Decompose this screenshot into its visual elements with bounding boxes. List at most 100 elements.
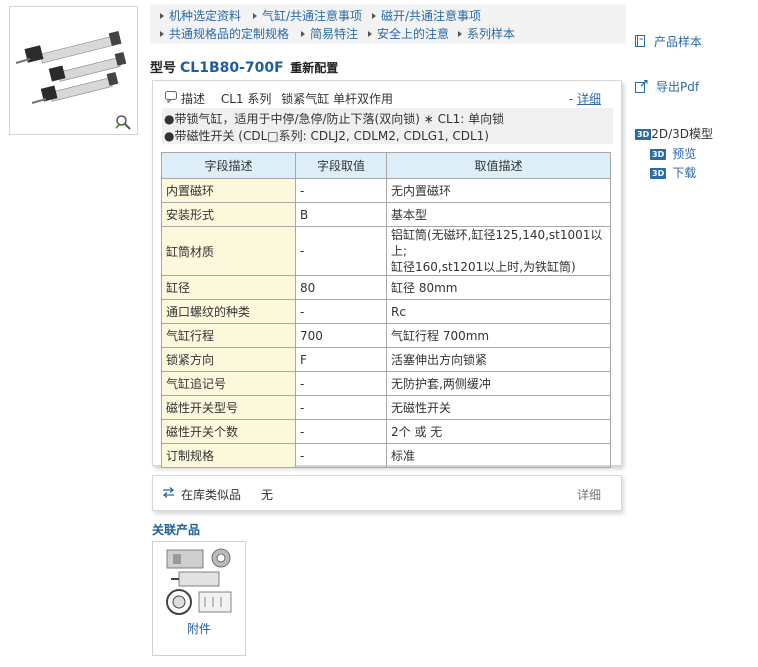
related-products-title: 关联产品 (152, 523, 201, 537)
zoom-icon[interactable] (115, 114, 131, 130)
value-description: 铝缸筒(无磁环,缸径125,140,st1001以上; 缸径160,st1201以… (386, 226, 611, 276)
reconfigure-link[interactable]: 重新配置 (290, 61, 338, 75)
field-value: 700 (295, 323, 387, 348)
3d-icon: 3D (650, 168, 667, 179)
export-pdf-link[interactable]: 导出Pdf (635, 78, 699, 95)
field-name: 缸径 (161, 275, 296, 300)
nav-links: 机种选定资料 气缸/共通注意事项 磁开/共通注意事项 共通规格品的定制规格 简易… (150, 4, 626, 44)
field-name: 订制规格 (161, 443, 296, 468)
field-value: - (295, 226, 387, 276)
value-description: Rc (386, 299, 611, 324)
3d-icon: 3D (635, 129, 652, 140)
nav-link-label: 简易特注 (310, 27, 359, 41)
value-description: 无内置磁环 (386, 178, 611, 203)
field-name: 锁紧方向 (161, 347, 296, 372)
export-pdf-label: 导出Pdf (656, 80, 700, 94)
table-row: 磁性开关个数 - 2个 或 无 (161, 419, 611, 444)
stock-label: 在库类似品 (181, 488, 242, 502)
arrow-right-icon (160, 31, 164, 37)
field-value: 80 (295, 275, 387, 300)
book-icon (635, 35, 645, 47)
value-description: 气缸行程 700mm (386, 323, 611, 348)
field-value: - (295, 299, 387, 324)
download-label: 下载 (672, 166, 697, 180)
table-row: 气缸追记号 - 无防护套,两侧缓冲 (161, 371, 611, 396)
nav-link-label: 安全上的注意 (377, 27, 450, 41)
field-value: - (295, 419, 387, 444)
table-header-row: 字段描述 字段取值 取值描述 (161, 152, 611, 179)
model-title-label: 2D/3D模型 (651, 127, 714, 141)
value-description: 标准 (386, 443, 611, 468)
field-value: - (295, 395, 387, 420)
field-name: 安装形式 (161, 202, 296, 227)
value-description-line: 铝缸筒(无磁环,缸径125,140,st1001以上; (391, 228, 603, 258)
nav-link-safety[interactable]: 安全上的注意 (368, 25, 449, 42)
table-row: 气缸行程 700 气缸行程 700mm (161, 323, 611, 348)
catalog-label: 产品样本 (654, 35, 703, 49)
table-row: 锁紧方向 F 活塞伸出方向锁紧 (161, 347, 611, 372)
3d-icon: 3D (650, 149, 667, 160)
note-line: ●带磁性开关 (CDL□系列: CDLJ2, CDLM2, CDLG1, CDL… (164, 129, 489, 143)
arrow-right-icon (368, 31, 372, 37)
catalog-link[interactable]: 产品样本 (635, 33, 702, 50)
arrow-right-icon (301, 31, 305, 37)
swap-icon (162, 487, 175, 498)
download-link[interactable]: 3D 下载 (650, 164, 696, 181)
field-name: 气缸行程 (161, 323, 296, 348)
notes-box: ●带锁气缸，适用于中停/急停/防止下落(双向锁) ∗ CL1: 单向锁 ●带磁性… (162, 108, 613, 144)
table-row: 订制规格 - 标准 (161, 443, 611, 468)
spec-panel: 描述 CL1 系列 锁紧气缸 单杆双作用 - 详细 ●带锁气缸，适用于中停/急停… (152, 80, 622, 468)
nav-link-simple-special[interactable]: 简易特注 (301, 25, 358, 42)
field-value: - (295, 371, 387, 396)
field-name: 磁性开关型号 (161, 395, 296, 420)
title-prefix: 型号 (150, 61, 177, 76)
table-row: 安装形式 B 基本型 (161, 202, 611, 227)
description-label: 描述 (181, 92, 206, 106)
value-description: 无磁性开关 (386, 395, 611, 420)
description-detail: - 详细 (569, 90, 601, 107)
column-header: 字段取值 (295, 152, 387, 179)
field-name: 磁性开关个数 (161, 419, 296, 444)
table-row: 磁性开关型号 - 无磁性开关 (161, 395, 611, 420)
accessories-image (166, 548, 232, 615)
nav-link-label: 共通规格品的定制规格 (169, 27, 290, 41)
stock-value: 无 (261, 488, 274, 502)
nav-link-series-catalog[interactable]: 系列样本 (458, 25, 515, 42)
table-row: 通口螺纹的种类 - Rc (161, 299, 611, 324)
stock-detail-link[interactable]: 详细 (577, 486, 601, 503)
preview-link[interactable]: 3D 预览 (650, 145, 696, 162)
arrow-right-icon (458, 31, 462, 37)
detail-prefix: - (568, 92, 574, 106)
nav-link-custom-spec[interactable]: 共通规格品的定制规格 (160, 25, 289, 42)
product-name: 锁紧气缸 单杆双作用 (281, 92, 394, 106)
nav-link-label: 气缸/共通注意事项 (262, 9, 363, 23)
field-name: 内置磁环 (161, 178, 296, 203)
arrow-right-icon (253, 13, 257, 19)
series-text: CL1 系列 (220, 92, 272, 106)
value-description-line: 缸径160,st1201以上时,为铁缸筒) (391, 260, 576, 274)
accessory-label: 附件 (186, 622, 211, 636)
field-value: B (295, 202, 387, 227)
column-header: 字段描述 (161, 152, 296, 179)
arrow-right-icon (372, 13, 376, 19)
field-value: - (295, 443, 387, 468)
nav-link-cylinder-notes[interactable]: 气缸/共通注意事项 (253, 7, 362, 24)
page-title: 型号 CL1B80-700F 重新配置 (150, 57, 338, 76)
nav-link-selection-data[interactable]: 机种选定资料 (160, 7, 241, 24)
field-value: - (295, 178, 387, 203)
nav-link-label: 机种选定资料 (169, 9, 242, 23)
product-image[interactable] (9, 6, 138, 135)
spec-table: 字段描述 字段取值 取值描述 内置磁环 - 无内置磁环 安装形式 B 基本型 缸… (161, 152, 611, 468)
comment-icon (165, 91, 177, 103)
nav-link-switch-notes[interactable]: 磁开/共通注意事项 (372, 7, 481, 24)
nav-link-label: 系列样本 (467, 27, 516, 41)
table-row: 缸筒材质 - 铝缸筒(无磁环,缸径125,140,st1001以上; 缸径160,… (161, 226, 611, 276)
accessory-card[interactable]: 附件 (152, 541, 246, 656)
model-number: CL1B80-700F (180, 60, 284, 76)
field-value: F (295, 347, 387, 372)
stock-panel: 在库类似品 无 详细 (152, 475, 622, 511)
export-pdf-icon (635, 80, 648, 93)
preview-label: 预览 (672, 147, 697, 161)
detail-link[interactable]: 详细 (577, 92, 601, 106)
value-description: 基本型 (386, 202, 611, 227)
